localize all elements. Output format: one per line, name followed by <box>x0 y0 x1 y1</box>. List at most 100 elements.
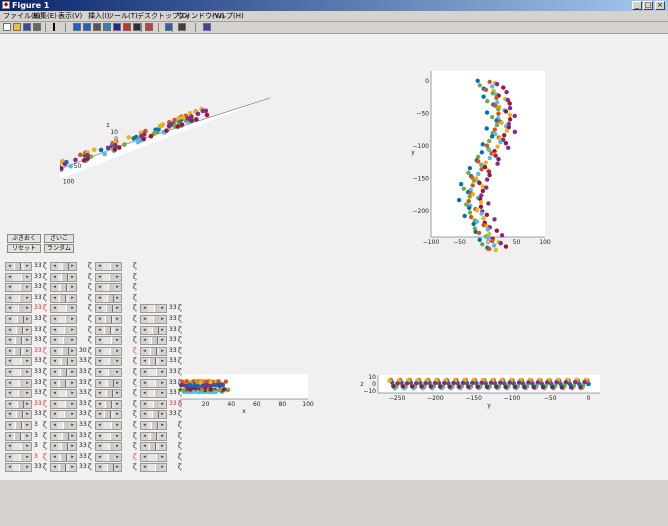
arrow-left-icon[interactable]: ◂ <box>96 379 103 387</box>
arrow-left-icon[interactable]: ◂ <box>96 432 103 440</box>
arrow-left-icon[interactable]: ◂ <box>51 337 58 345</box>
arrow-left-icon[interactable]: ◂ <box>51 453 58 461</box>
arrow-left-icon[interactable]: ◂ <box>6 294 13 302</box>
slider-r9-g1[interactable]: ◂ ▸ <box>50 357 77 367</box>
arrow-left-icon[interactable]: ◂ <box>96 400 103 408</box>
arrow-right-icon[interactable]: ▸ <box>159 326 166 334</box>
slider-r7-g2[interactable]: ◂ ▸ <box>95 336 122 346</box>
arrow-left-icon[interactable]: ◂ <box>6 273 13 281</box>
colorbar-icon[interactable] <box>145 23 153 31</box>
arrow-left-icon[interactable]: ◂ <box>141 422 148 429</box>
arrow-right-icon[interactable]: ▸ <box>114 422 121 429</box>
arrow-right-icon[interactable]: ▸ <box>159 390 166 398</box>
arrow-left-icon[interactable]: ◂ <box>96 369 103 376</box>
arrow-right-icon[interactable]: ▸ <box>159 379 166 387</box>
arrow-left-icon[interactable]: ◂ <box>6 337 13 345</box>
slider-thumb[interactable] <box>15 422 22 429</box>
slider-r18-g1[interactable]: ◂ ▸ <box>50 452 77 462</box>
slider-thumb[interactable] <box>61 443 68 451</box>
arrow-right-icon[interactable]: ▸ <box>114 347 121 355</box>
arrow-right-icon[interactable]: ▸ <box>24 316 31 323</box>
arrow-left-icon[interactable]: ◂ <box>51 273 58 281</box>
slider-r17-g3[interactable]: ◂ ▸ <box>140 442 167 452</box>
slider-thumb[interactable] <box>59 464 66 472</box>
arrow-right-icon[interactable]: ▸ <box>114 358 121 366</box>
arrow-left-icon[interactable]: ◂ <box>96 263 103 270</box>
arrow-left-icon[interactable]: ◂ <box>96 358 103 366</box>
arrow-left-icon[interactable]: ◂ <box>6 432 13 440</box>
slider-r15-g0[interactable]: ◂ ▸ <box>5 421 32 430</box>
arrow-right-icon[interactable]: ▸ <box>24 284 31 292</box>
slider-r1-g0[interactable]: ◂ ▸ <box>5 272 32 282</box>
slider-r11-g0[interactable]: ◂ ▸ <box>5 378 32 388</box>
arrow-left-icon[interactable]: ◂ <box>141 464 148 472</box>
slider-r5-g2[interactable]: ◂ ▸ <box>95 315 122 324</box>
slider-r5-g3[interactable]: ◂ ▸ <box>140 315 167 324</box>
arrow-left-icon[interactable]: ◂ <box>6 326 13 334</box>
arrow-right-icon[interactable]: ▸ <box>69 443 76 451</box>
dock-icon[interactable] <box>203 23 211 31</box>
slider-r6-g3[interactable]: ◂ ▸ <box>140 325 167 335</box>
slider-r10-g2[interactable]: ◂ ▸ <box>95 368 122 377</box>
slider-thumb[interactable] <box>152 326 159 334</box>
arrow-right-icon[interactable]: ▸ <box>69 326 76 334</box>
slider-r10-g3[interactable]: ◂ ▸ <box>140 368 167 377</box>
slider-r5-g0[interactable]: ◂ ▸ <box>5 315 32 324</box>
arrow-left-icon[interactable]: ◂ <box>6 369 13 376</box>
arrow-right-icon[interactable]: ▸ <box>159 453 166 461</box>
slider-thumb[interactable] <box>61 273 68 281</box>
slider-r16-g0[interactable]: ◂ ▸ <box>5 431 32 441</box>
arrow-left-icon[interactable]: ◂ <box>51 326 58 334</box>
arrow-left-icon[interactable]: ◂ <box>6 443 13 451</box>
arrow-right-icon[interactable]: ▸ <box>69 369 76 376</box>
arrow-left-icon[interactable]: ◂ <box>6 284 13 292</box>
arrow-right-icon[interactable]: ▸ <box>114 305 121 313</box>
arrow-right-icon[interactable]: ▸ <box>69 379 76 387</box>
slider-r14-g3[interactable]: ◂ ▸ <box>140 410 167 420</box>
slider-r4-g0[interactable]: ◂ ▸ <box>5 304 32 314</box>
arrow-left-icon[interactable]: ◂ <box>96 273 103 281</box>
arrow-right-icon[interactable]: ▸ <box>114 411 121 419</box>
slider-r8-g2[interactable]: ◂ ▸ <box>95 346 122 356</box>
arrow-right-icon[interactable]: ▸ <box>114 390 121 398</box>
arrow-right-icon[interactable]: ▸ <box>114 369 121 376</box>
arrow-left-icon[interactable]: ◂ <box>96 411 103 419</box>
slider-thumb[interactable] <box>62 263 69 270</box>
brush-icon[interactable] <box>123 23 131 31</box>
maximize-button[interactable]: □ <box>643 1 653 10</box>
arrow-left-icon[interactable]: ◂ <box>141 411 148 419</box>
arrow-right-icon[interactable]: ▸ <box>114 326 121 334</box>
arrow-right-icon[interactable]: ▸ <box>159 337 166 345</box>
slider-r18-g2[interactable]: ◂ ▸ <box>95 452 122 462</box>
slider-r7-g3[interactable]: ◂ ▸ <box>140 336 167 346</box>
close-button[interactable]: × <box>655 1 665 10</box>
slider-thumb[interactable] <box>14 432 21 440</box>
arrow-right-icon[interactable]: ▸ <box>24 305 31 313</box>
arrow-left-icon[interactable]: ◂ <box>141 379 148 387</box>
arrow-right-icon[interactable]: ▸ <box>114 337 121 345</box>
arrow-right-icon[interactable]: ▸ <box>69 347 76 355</box>
arrow-right-icon[interactable]: ▸ <box>24 369 31 376</box>
arrow-left-icon[interactable]: ◂ <box>141 453 148 461</box>
arrow-left-icon[interactable]: ◂ <box>51 443 58 451</box>
arrow-left-icon[interactable]: ◂ <box>141 443 148 451</box>
button-1[interactable]: ざいご <box>44 234 74 243</box>
arrow-right-icon[interactable]: ▸ <box>69 390 76 398</box>
rotate-icon[interactable] <box>103 23 111 31</box>
arrow-left-icon[interactable]: ◂ <box>6 411 13 419</box>
arrow-left-icon[interactable]: ◂ <box>141 347 148 355</box>
arrow-right-icon[interactable]: ▸ <box>69 337 76 345</box>
save-icon[interactable] <box>23 23 31 31</box>
slider-r12-g3[interactable]: ◂ ▸ <box>140 389 167 399</box>
slider-r8-g0[interactable]: ◂ ▸ <box>5 346 32 356</box>
hide-tools-icon[interactable] <box>178 23 186 31</box>
arrow-left-icon[interactable]: ◂ <box>141 369 148 376</box>
arrow-left-icon[interactable]: ◂ <box>6 316 13 323</box>
arrow-right-icon[interactable]: ▸ <box>24 294 31 302</box>
arrow-right-icon[interactable]: ▸ <box>114 316 121 323</box>
arrow-left-icon[interactable]: ◂ <box>96 305 103 313</box>
slider-thumb[interactable] <box>104 326 111 334</box>
arrow-right-icon[interactable]: ▸ <box>159 358 166 366</box>
slider-thumb[interactable] <box>17 400 24 408</box>
slider-r13-g1[interactable]: ◂ ▸ <box>50 399 77 409</box>
